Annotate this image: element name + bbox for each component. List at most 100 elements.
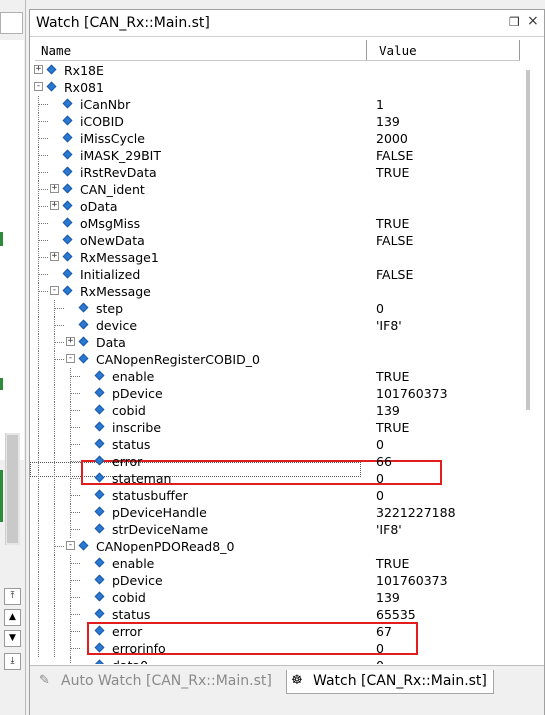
- tree-row[interactable]: Initialized FALSE: [30, 266, 520, 283]
- collapse-icon[interactable]: -: [66, 541, 75, 550]
- variable-value[interactable]: 65535: [376, 607, 416, 622]
- tree-row[interactable]: iMASK_29BIT FALSE: [30, 147, 520, 164]
- variable-icon: [78, 336, 89, 347]
- variable-value[interactable]: FALSE: [376, 233, 413, 248]
- column-value-header[interactable]: Value: [379, 43, 417, 58]
- variable-name: oMsgMiss: [80, 216, 141, 231]
- variable-value[interactable]: 2000: [376, 131, 408, 146]
- left-scrollbar[interactable]: [5, 433, 20, 545]
- tree-row[interactable]: pDevice 101760373: [30, 572, 520, 589]
- pin-icon[interactable]: ❒: [509, 15, 520, 29]
- variable-value[interactable]: 0: [376, 471, 384, 486]
- watch-title-bar[interactable]: Watch [CAN_Rx::Main.st] ❒ ×: [30, 10, 544, 37]
- variable-icon: [94, 608, 105, 619]
- tree-row[interactable]: status 0: [30, 436, 520, 453]
- variable-value[interactable]: TRUE: [376, 369, 409, 384]
- variable-value[interactable]: 0: [376, 488, 384, 503]
- variable-icon: [94, 591, 105, 602]
- tree-row[interactable]: error 66: [30, 453, 520, 470]
- variable-value[interactable]: 139: [376, 403, 400, 418]
- tree-row[interactable]: statusbuffer 0: [30, 487, 520, 504]
- variable-value[interactable]: 139: [376, 114, 400, 129]
- left-scrollbar-thumb[interactable]: [7, 435, 18, 543]
- tree-row[interactable]: iRstRevData TRUE: [30, 164, 520, 181]
- variable-value[interactable]: 0: [376, 658, 384, 664]
- variable-value[interactable]: FALSE: [376, 148, 413, 163]
- variable-name: data0: [112, 658, 148, 664]
- tree-row[interactable]: iMissCycle 2000: [30, 130, 520, 147]
- tree-row[interactable]: iCanNbr 1: [30, 96, 520, 113]
- variable-value[interactable]: 66: [376, 454, 392, 469]
- jump-bottom-button[interactable]: ⤓: [4, 653, 21, 670]
- variable-value[interactable]: 'IF8': [376, 522, 402, 537]
- variable-name: iMissCycle: [80, 131, 145, 146]
- expand-icon[interactable]: +: [34, 65, 43, 74]
- tree-row[interactable]: - Rx081: [30, 79, 520, 96]
- left-pane-field[interactable]: [0, 12, 23, 34]
- tree-row[interactable]: + oData: [30, 198, 520, 215]
- tree-row[interactable]: device 'IF8': [30, 317, 520, 334]
- left-editor-area[interactable]: [0, 40, 24, 460]
- expand-icon[interactable]: +: [66, 337, 75, 346]
- variable-value[interactable]: 0: [376, 641, 384, 656]
- tree-row[interactable]: cobid 139: [30, 589, 520, 606]
- jump-top-button[interactable]: ⤒: [4, 588, 21, 605]
- variable-value[interactable]: 3221227188: [376, 505, 456, 520]
- variable-value[interactable]: 101760373: [376, 573, 448, 588]
- tree-row[interactable]: errorinfo 0: [30, 640, 520, 657]
- variable-icon: [62, 217, 73, 228]
- variable-value[interactable]: 'IF8': [376, 318, 402, 333]
- tree-row[interactable]: + Data: [30, 334, 520, 351]
- variable-value[interactable]: TRUE: [376, 420, 409, 435]
- variable-value[interactable]: 0: [376, 437, 384, 452]
- tree-row[interactable]: pDevice 101760373: [30, 385, 520, 402]
- variable-value[interactable]: TRUE: [376, 165, 409, 180]
- watch-vertical-scrollbar[interactable]: [520, 40, 544, 664]
- variable-value[interactable]: TRUE: [376, 556, 409, 571]
- tab-watch[interactable]: ☸ Watch [CAN_Rx::Main.st]: [286, 670, 494, 694]
- tree-row[interactable]: - RxMessage: [30, 283, 520, 300]
- expand-icon[interactable]: +: [50, 252, 59, 261]
- variable-value[interactable]: FALSE: [376, 267, 413, 282]
- tree-row[interactable]: - CANopenRegisterCOBID_0: [30, 351, 520, 368]
- expand-icon[interactable]: +: [50, 184, 59, 193]
- tree-row[interactable]: iCOBID 139: [30, 113, 520, 130]
- tree-row[interactable]: enable TRUE: [30, 368, 520, 385]
- variable-value[interactable]: TRUE: [376, 216, 409, 231]
- tree-row[interactable]: error 67: [30, 623, 520, 640]
- tree-row[interactable]: oMsgMiss TRUE: [30, 215, 520, 232]
- tree-row[interactable]: enable TRUE: [30, 555, 520, 572]
- variable-value[interactable]: 139: [376, 590, 400, 605]
- tree-row[interactable]: stateman 0: [30, 470, 520, 487]
- down-button[interactable]: ▼: [4, 630, 21, 647]
- watch-scrollbar-thumb[interactable]: [526, 70, 530, 410]
- tree-row[interactable]: pDeviceHandle 3221227188: [30, 504, 520, 521]
- variable-icon: [62, 98, 73, 109]
- tree-row[interactable]: cobid 139: [30, 402, 520, 419]
- column-divider[interactable]: [366, 40, 367, 60]
- tree-row[interactable]: + Rx18E: [30, 62, 520, 79]
- variable-value[interactable]: 0: [376, 301, 384, 316]
- collapse-icon[interactable]: -: [66, 354, 75, 363]
- expand-icon[interactable]: +: [50, 201, 59, 210]
- tree-row[interactable]: step 0: [30, 300, 520, 317]
- tree-row[interactable]: + RxMessage1: [30, 249, 520, 266]
- tree-row[interactable]: status 65535: [30, 606, 520, 623]
- variable-name: iCanNbr: [80, 97, 131, 112]
- variable-icon: [46, 81, 57, 92]
- tree-row[interactable]: inscribe TRUE: [30, 419, 520, 436]
- tree-row[interactable]: + CAN_ident: [30, 181, 520, 198]
- tree-row[interactable]: data0 0: [30, 657, 520, 664]
- close-icon[interactable]: ×: [527, 13, 539, 29]
- collapse-icon[interactable]: -: [50, 286, 59, 295]
- collapse-icon[interactable]: -: [34, 82, 43, 91]
- tree-row[interactable]: oNewData FALSE: [30, 232, 520, 249]
- variable-value[interactable]: 1: [376, 97, 384, 112]
- variable-value[interactable]: 67: [376, 624, 392, 639]
- tree-row[interactable]: strDeviceName 'IF8': [30, 521, 520, 538]
- tab-auto-watch[interactable]: ✎ Auto Watch [CAN_Rx::Main.st]: [35, 670, 285, 694]
- variable-value[interactable]: 101760373: [376, 386, 448, 401]
- up-button[interactable]: ▲: [4, 609, 21, 626]
- column-name-header[interactable]: Name: [41, 43, 71, 58]
- tree-row[interactable]: - CANopenPDORead8_0: [30, 538, 520, 555]
